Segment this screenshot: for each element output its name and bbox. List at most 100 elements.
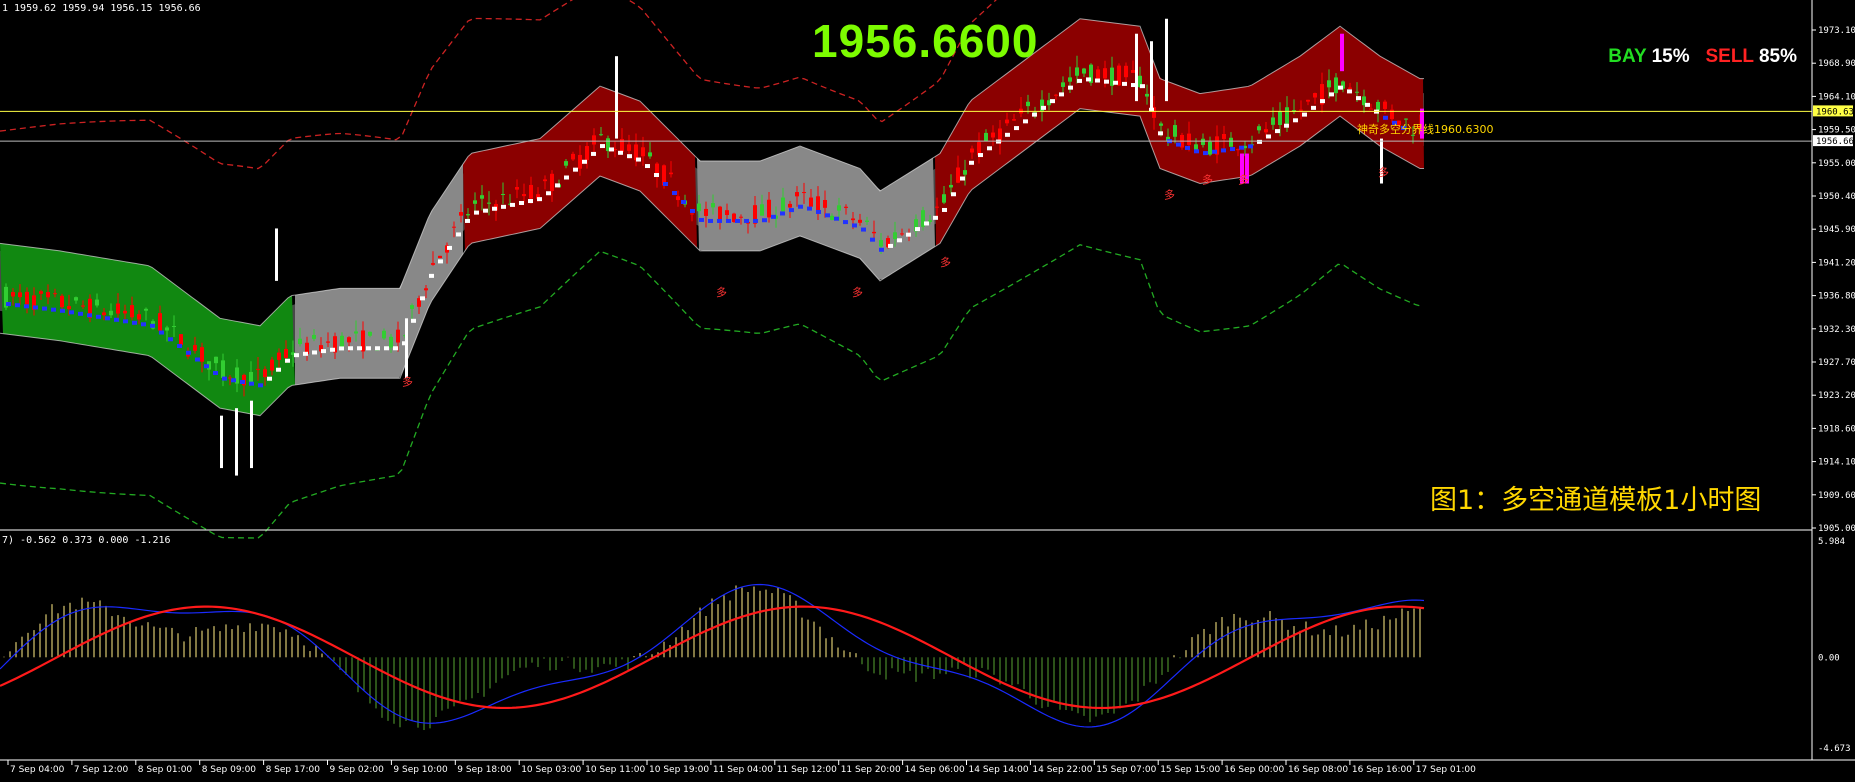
candle-body	[263, 369, 267, 378]
trend-dot	[438, 259, 443, 264]
candle-body	[550, 173, 554, 191]
trend-dot	[123, 319, 128, 324]
candle-body	[459, 212, 463, 216]
time-tick-label: 7 Sep 12:00	[74, 765, 129, 775]
trend-dot	[789, 208, 794, 213]
trend-dot	[348, 346, 353, 351]
trend-dot	[1329, 92, 1334, 97]
trend-dot	[924, 221, 929, 226]
price-tick-label: 1945.90	[1818, 225, 1855, 235]
trend-dot	[1275, 129, 1280, 134]
trend-dot	[1239, 145, 1244, 150]
trend-dot	[294, 353, 299, 358]
trend-dot	[1140, 84, 1145, 89]
candle-body	[578, 154, 582, 169]
signal-marker: 多	[1238, 173, 1249, 187]
time-tick-label: 15 Sep 07:00	[1096, 765, 1156, 775]
candle-body	[648, 152, 652, 157]
candle-body	[949, 184, 953, 188]
candle-body	[18, 292, 22, 298]
trend-dot	[312, 350, 317, 355]
candle-body	[963, 170, 967, 175]
time-tick-label: 9 Sep 18:00	[457, 765, 512, 775]
trend-dot	[879, 247, 884, 252]
candle-body	[802, 192, 806, 194]
candle-body	[200, 347, 204, 362]
candle-body	[676, 196, 680, 201]
trend-dot	[213, 370, 218, 375]
candle-body	[823, 199, 827, 208]
candle-body	[1334, 77, 1338, 94]
trend-dot	[1257, 139, 1262, 144]
time-tick-label: 16 Sep 00:00	[1224, 765, 1284, 775]
current-price-display: 1956.6600	[812, 15, 1039, 67]
trend-dot	[636, 157, 641, 162]
trend-dot	[429, 273, 434, 278]
candle-body	[221, 360, 225, 378]
trend-dot	[987, 146, 992, 151]
trend-dot	[384, 346, 389, 351]
candle-body	[165, 327, 169, 331]
time-tick-label: 9 Sep 02:00	[330, 765, 385, 775]
trend-dot	[825, 213, 830, 218]
trading-chart[interactable]: 多多 多多多多 多多 1973.101968.901964.101959.50195…	[0, 0, 1855, 782]
price-tick-label: 1936.80	[1818, 292, 1855, 302]
candle-body	[1061, 82, 1065, 87]
trend-dot	[915, 227, 920, 232]
candle-body	[1075, 67, 1079, 76]
trend-dot	[465, 218, 470, 223]
candle-body	[74, 297, 78, 301]
candle-body	[718, 206, 722, 221]
figure-caption: 图1：多空通道模板1小时图	[1430, 485, 1762, 516]
spike-bar	[1150, 41, 1153, 109]
candle-body	[942, 194, 946, 203]
candle-body	[956, 167, 960, 183]
candle-body	[1369, 108, 1373, 110]
trend-dot	[690, 208, 695, 213]
trend-dot	[1194, 149, 1199, 154]
candle-body	[438, 255, 442, 259]
candle-body	[1383, 101, 1387, 109]
trend-dot	[870, 237, 875, 242]
candle-body	[298, 338, 302, 345]
candle-body	[1096, 69, 1100, 80]
candle-body	[970, 148, 974, 153]
trend-dot	[798, 204, 803, 209]
trend-dot	[1302, 112, 1307, 117]
trend-dot	[1293, 118, 1298, 123]
trend-dot	[1248, 144, 1253, 149]
trend-dot	[897, 238, 902, 243]
trend-dot	[1068, 85, 1073, 90]
candle-body	[879, 240, 883, 247]
trend-dot	[1014, 126, 1019, 131]
sell-label: SELL	[1705, 46, 1754, 67]
trend-dot	[231, 378, 236, 383]
trend-dot	[1095, 78, 1100, 83]
candle-body	[326, 341, 330, 343]
candle-body	[214, 356, 218, 364]
spike-bar	[275, 228, 278, 281]
trend-dot	[942, 207, 947, 212]
candle-body	[1348, 87, 1352, 89]
trend-dot	[1212, 149, 1217, 154]
trend-dot	[375, 346, 380, 351]
candle-body	[270, 359, 274, 371]
candle-body	[137, 314, 141, 320]
trend-dot	[717, 218, 722, 223]
time-tick-label: 10 Sep 11:00	[585, 765, 645, 775]
candle-body	[480, 195, 484, 199]
trend-dot	[735, 218, 740, 223]
trend-dot	[357, 346, 362, 351]
trend-dot	[1032, 112, 1037, 117]
trend-dot	[42, 306, 47, 311]
trend-dot	[1041, 105, 1046, 110]
candle-body	[473, 200, 477, 204]
trend-dot	[744, 218, 749, 223]
trend-dot	[96, 314, 101, 319]
trend-dot	[1338, 85, 1343, 90]
trend-dot	[933, 215, 938, 220]
candle-body	[452, 226, 456, 228]
candle-body	[627, 144, 631, 151]
trend-dot	[1221, 148, 1226, 153]
candle-body	[1257, 126, 1261, 131]
